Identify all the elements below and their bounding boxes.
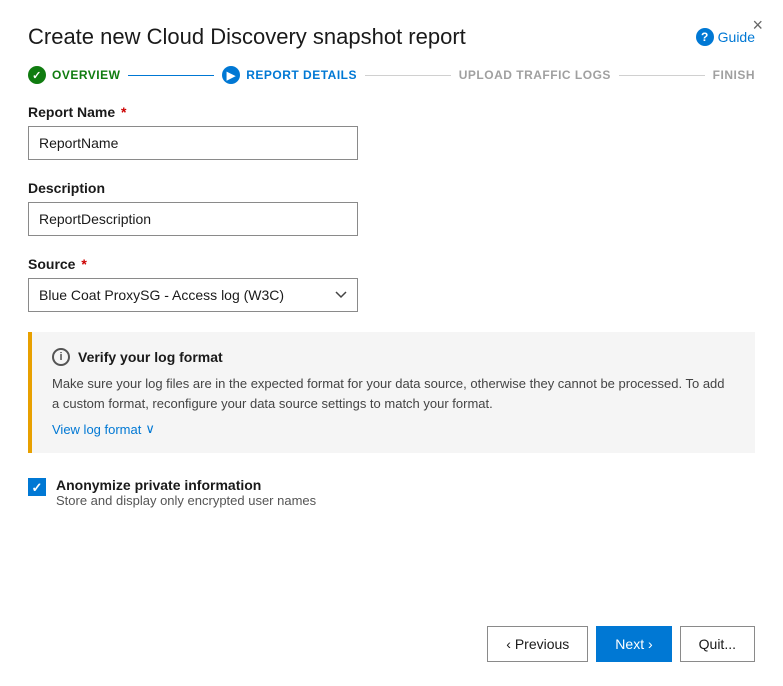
step-overview: ✓ OVERVIEW	[28, 66, 120, 84]
report-name-input[interactable]	[28, 126, 358, 160]
info-box-header: i Verify your log format	[52, 348, 735, 366]
view-log-format-button[interactable]: View log format ∨	[52, 421, 735, 437]
anonymize-label-group: Anonymize private information Store and …	[56, 477, 316, 508]
step-report-details-label: REPORT DETAILS	[246, 68, 357, 82]
close-button[interactable]: ×	[752, 16, 763, 34]
anonymize-sub-label: Store and display only encrypted user na…	[56, 493, 316, 508]
description-group: Description	[28, 180, 755, 236]
required-star-source: *	[77, 256, 86, 272]
quit-button[interactable]: Quit...	[680, 626, 755, 662]
info-box-title: Verify your log format	[78, 349, 223, 365]
info-box-text: Make sure your log files are in the expe…	[52, 374, 735, 413]
info-icon: i	[52, 348, 70, 366]
dialog-footer: ‹ Previous Next › Quit...	[0, 610, 783, 686]
step-report-details: ▶ REPORT DETAILS	[222, 66, 357, 84]
step-overview-label: OVERVIEW	[52, 68, 120, 82]
required-star-name: *	[117, 104, 126, 120]
step-upload-logs: UPLOAD TRAFFIC LOGS	[459, 68, 611, 82]
report-name-label: Report Name *	[28, 104, 755, 120]
description-input[interactable]	[28, 202, 358, 236]
checkmark-icon: ✓	[32, 481, 43, 494]
previous-button[interactable]: ‹ Previous	[487, 626, 588, 662]
form-content: Report Name * Description Source * Blue …	[0, 104, 783, 610]
steps-bar: ✓ OVERVIEW ▶ REPORT DETAILS UPLOAD TRAFF…	[0, 66, 783, 104]
guide-button[interactable]: ? Guide	[696, 28, 755, 46]
chevron-down-icon: ∨	[145, 421, 155, 437]
step-finish-label: FINISH	[713, 68, 755, 82]
step-line-2	[365, 75, 451, 76]
step-overview-icon: ✓	[28, 66, 46, 84]
anonymize-checkbox[interactable]: ✓	[28, 478, 46, 496]
step-line-3	[619, 75, 705, 76]
step-line-1	[128, 75, 214, 76]
description-label: Description	[28, 180, 755, 196]
anonymize-group: ✓ Anonymize private information Store an…	[28, 477, 755, 508]
next-button[interactable]: Next ›	[596, 626, 671, 662]
source-label: Source *	[28, 256, 755, 272]
report-name-group: Report Name *	[28, 104, 755, 160]
guide-label: Guide	[718, 29, 755, 45]
create-snapshot-dialog: × Create new Cloud Discovery snapshot re…	[0, 0, 783, 686]
dialog-title: Create new Cloud Discovery snapshot repo…	[28, 24, 466, 50]
anonymize-main-label: Anonymize private information	[56, 477, 316, 493]
source-group: Source * Blue Coat ProxySG - Access log …	[28, 256, 755, 312]
step-finish: FINISH	[713, 68, 755, 82]
dialog-header: Create new Cloud Discovery snapshot repo…	[0, 0, 783, 66]
step-upload-logs-label: UPLOAD TRAFFIC LOGS	[459, 68, 611, 82]
view-log-label: View log format	[52, 422, 141, 437]
source-select[interactable]: Blue Coat ProxySG - Access log (W3C) Cis…	[28, 278, 358, 312]
guide-icon: ?	[696, 28, 714, 46]
step-report-details-icon: ▶	[222, 66, 240, 84]
info-box: i Verify your log format Make sure your …	[28, 332, 755, 453]
